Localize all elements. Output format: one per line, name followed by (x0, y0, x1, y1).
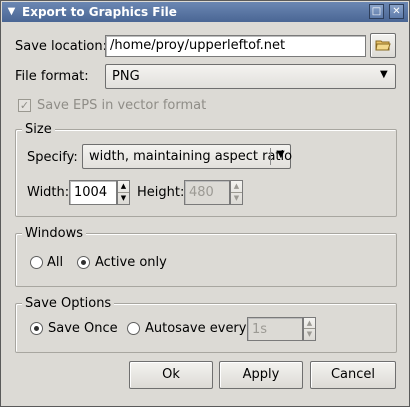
menu-chevron-icon[interactable]: ▼ (5, 5, 18, 18)
cancel-button[interactable]: Cancel (310, 361, 396, 389)
spin-up-icon[interactable]: ▲ (304, 318, 315, 329)
specify-label: Specify: (27, 150, 78, 165)
ok-button[interactable]: Ok (129, 361, 213, 389)
width-input[interactable]: 1004 (69, 180, 117, 205)
dropdown-arrow-icon: ▼ (380, 69, 388, 80)
autosave-label: Autosave every (145, 321, 247, 336)
title-bar: ▼ Export to Graphics File □ ✕ (2, 2, 408, 22)
height-label: Height: (137, 185, 185, 200)
windows-group-label: Windows (22, 226, 87, 241)
folder-icon (375, 40, 391, 50)
width-label: Width: (27, 185, 70, 200)
save-once-label: Save Once (48, 321, 118, 336)
spin-up-icon[interactable]: ▲ (231, 181, 242, 193)
windows-all-label: All (47, 255, 64, 270)
autosave-interval-input[interactable]: 1s (247, 317, 303, 341)
dropdown-arrow-icon: ▼ (277, 149, 285, 160)
size-group-label: Size (22, 122, 55, 137)
file-format-select[interactable]: PNG ▼ (105, 64, 396, 89)
save-once-radio[interactable] (30, 322, 43, 335)
spin-down-icon[interactable]: ▼ (118, 193, 129, 205)
window-title: Export to Graphics File (22, 5, 177, 19)
height-input[interactable]: 480 (184, 180, 230, 205)
specify-separator (270, 148, 271, 165)
specify-select[interactable]: width, maintaining aspect ratio ▼ (82, 144, 293, 169)
windows-active-radio[interactable] (77, 256, 90, 269)
browse-button[interactable] (370, 33, 396, 58)
windows-group (15, 233, 397, 287)
save-eps-checkbox[interactable]: ✓ (18, 99, 31, 112)
autosave-interval-spinner[interactable]: ▲ ▼ (303, 317, 316, 341)
specify-value: width, maintaining aspect ratio (89, 149, 293, 164)
file-format-value: PNG (112, 69, 140, 84)
autosave-radio[interactable] (127, 322, 140, 335)
windows-all-radio[interactable] (30, 256, 43, 269)
save-options-group-label: Save Options (22, 296, 115, 311)
save-location-label: Save location: (15, 39, 108, 54)
height-spinner[interactable]: ▲ ▼ (230, 180, 243, 205)
windows-active-label: Active only (95, 255, 167, 270)
close-button[interactable]: ✕ (389, 4, 404, 19)
save-eps-label: Save EPS in vector format (37, 98, 207, 113)
minimize-button[interactable]: □ (369, 4, 384, 19)
apply-button[interactable]: Apply (219, 361, 303, 389)
export-dialog: ▼ Export to Graphics File □ ✕ Save locat… (0, 0, 410, 407)
spin-down-icon[interactable]: ▼ (304, 329, 315, 340)
save-location-input[interactable]: /home/proy/upperleftof.net (105, 35, 366, 57)
spin-up-icon[interactable]: ▲ (118, 181, 129, 193)
file-format-label: File format: (15, 69, 89, 84)
width-spinner[interactable]: ▲ ▼ (117, 180, 130, 205)
spin-down-icon[interactable]: ▼ (231, 193, 242, 205)
